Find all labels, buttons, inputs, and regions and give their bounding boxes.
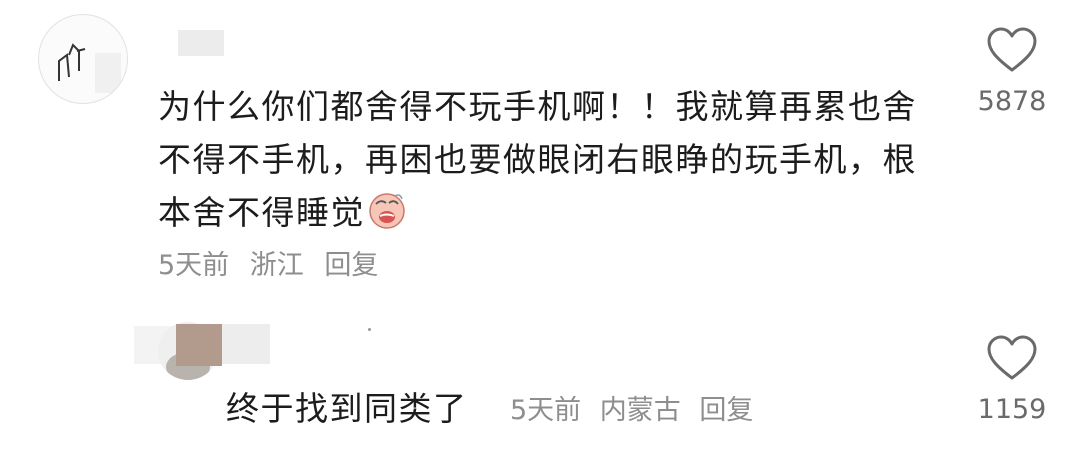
like-button[interactable] [986,334,1038,382]
comment-time: 5天前 [158,250,230,281]
reply-button[interactable]: 回复 [699,395,753,426]
like-count: 5878 [977,86,1047,117]
comment-time: 5天前 [510,395,582,426]
comment-text: 为什么你们都舍得不玩手机啊！！我就算再累也舍不得不手机，再困也要做眼闭右眼睁的玩… [158,87,917,232]
reply-button[interactable]: 回复 [324,250,378,281]
avatar[interactable] [38,14,128,104]
comment-text: 终于找到同类了 [226,389,468,428]
username-redacted [222,324,270,364]
like-count: 1159 [977,394,1047,425]
comment-meta: 5天前 内蒙古 回复 [510,388,763,427]
crying-face-emoji-icon [367,190,407,230]
username-redacted[interactable] [178,30,224,56]
avatar-blur [95,53,121,93]
username-redacted [176,324,222,366]
decor-dot [368,328,371,331]
comment-meta: 5天前 浙江 回复 [158,243,390,282]
heart-outline-icon [987,27,1037,72]
comment-location: 浙江 [249,250,304,281]
heart-outline-icon [987,335,1037,380]
like-button[interactable] [986,26,1038,74]
comment-location: 内蒙古 [599,395,681,426]
